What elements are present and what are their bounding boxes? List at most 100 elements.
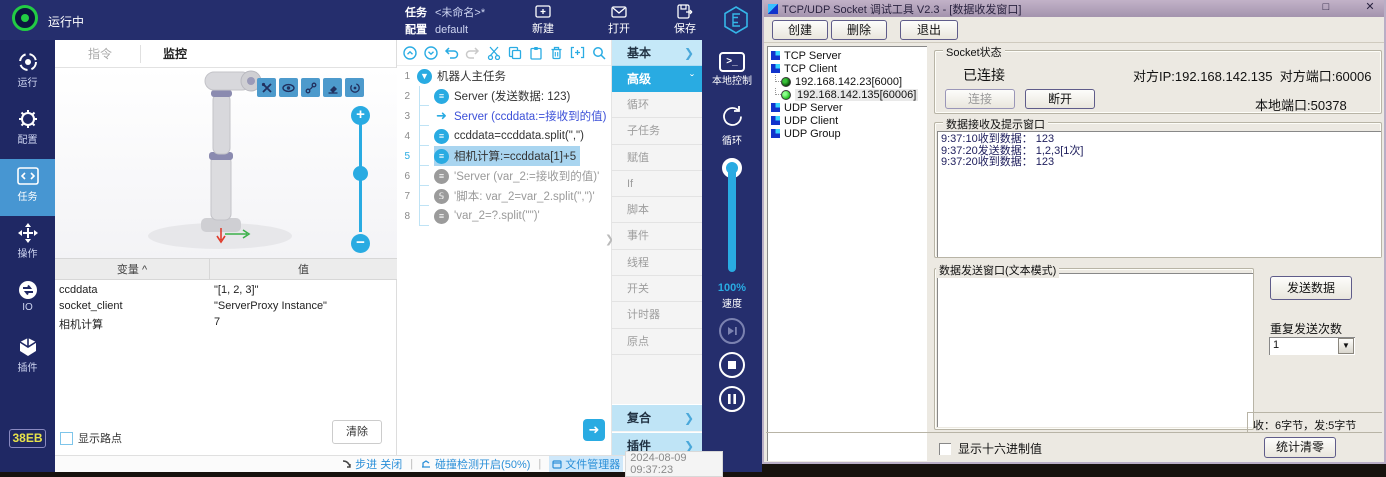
zoom-out-button[interactable]: − xyxy=(351,234,370,253)
pause-button[interactable] xyxy=(719,386,745,412)
receive-log[interactable]: 9:37:10收到数据： 123 9:37:20发送数据： 1,2,3[1次] … xyxy=(937,131,1381,257)
pause-icon xyxy=(727,394,737,404)
sidebar-item-operate[interactable]: 操作 xyxy=(0,216,55,273)
connect-button[interactable]: 连接 xyxy=(945,89,1015,109)
tree-row-selected[interactable]: 5 ≡ 相机计算:=ccddata[1]+5 xyxy=(397,146,611,166)
variable-name: socket_client xyxy=(55,300,210,316)
sidebar-item-io[interactable]: IO xyxy=(0,273,55,330)
collision-label: 碰撞检测开启(50%) xyxy=(435,456,530,472)
exit-button[interactable]: 退出 xyxy=(900,20,958,40)
tree-node-tcp-client[interactable]: TCP Client xyxy=(767,62,927,75)
zoom-in-button[interactable]: + xyxy=(351,106,370,125)
trace-button[interactable] xyxy=(301,78,320,97)
category-item-assign[interactable]: 赋值 xyxy=(612,145,702,171)
sidebar-item-task[interactable]: 任务 xyxy=(0,159,55,216)
tab-monitor[interactable]: 监控 xyxy=(145,40,205,68)
category-item-subtask[interactable]: 子任务 xyxy=(612,118,702,144)
tree-node-tcp-server[interactable]: TCP Server xyxy=(767,49,927,62)
maximize-button[interactable]: □ xyxy=(1318,1,1334,15)
erase-button[interactable] xyxy=(323,78,342,97)
hex-display-option[interactable]: 显示十六进制值 xyxy=(939,440,1042,457)
collision-status[interactable]: 碰撞检测开启(50%) xyxy=(421,456,530,472)
task-label: 任务 xyxy=(405,7,427,19)
tree-row-disabled[interactable]: 7 𝕊 '脚本: var_2=var_2.split(",")' xyxy=(397,186,611,206)
new-task-button[interactable]: 新建 xyxy=(520,3,566,37)
reset-stats-button[interactable]: 统计清零 xyxy=(1264,437,1336,458)
open-task-button[interactable]: 打开 xyxy=(596,3,642,37)
tree-row[interactable]: 4 ≡ ccddata=ccddata.split(",") xyxy=(397,126,611,146)
tree-node-connection-selected[interactable]: 192.168.142.135[60006] xyxy=(767,88,927,101)
save-task-button[interactable]: 保存 xyxy=(662,3,708,37)
repeat-count-combobox[interactable]: 1 ▼ xyxy=(1269,337,1355,355)
connection-led-icon xyxy=(781,90,791,100)
tree-node-udp-server[interactable]: UDP Server xyxy=(767,101,927,114)
copy-button[interactable] xyxy=(507,45,522,60)
sidebar-item-plugin[interactable]: 插件 xyxy=(0,330,55,387)
delete-button[interactable] xyxy=(549,45,564,60)
tree-row[interactable]: 2 ≡ Server (发送数据: 123) xyxy=(397,86,611,106)
insert-button[interactable] xyxy=(570,45,585,60)
tree-node-udp-group[interactable]: UDP Group xyxy=(767,127,927,140)
table-row[interactable]: ccddata "[1, 2, 3]" xyxy=(55,284,397,300)
category-basic[interactable]: 基本 ❯ xyxy=(612,40,702,66)
send-data-button[interactable]: 发送数据 xyxy=(1270,276,1352,300)
tree-row-executing[interactable]: 3 ➜ Server (ccddata:=接收到的值) xyxy=(397,106,611,126)
delete-button[interactable]: 删除 xyxy=(831,20,887,40)
expand-all-button[interactable] xyxy=(423,45,438,60)
title-bar[interactable]: TCP/UDP Socket 调试工具 V2.3 - [数据收发窗口] □ ✕ xyxy=(764,0,1384,17)
loop-mode-button[interactable]: 循环 xyxy=(702,103,762,147)
robot-3d-viewport[interactable]: + − xyxy=(55,68,397,258)
category-item-loop[interactable]: 循环 xyxy=(612,92,702,118)
collapse-all-button[interactable] xyxy=(402,45,417,60)
category-item-thread[interactable]: 线程 xyxy=(612,250,702,276)
table-row[interactable]: socket_client "ServerProxy Instance" xyxy=(55,300,397,316)
search-button[interactable] xyxy=(591,45,606,60)
combo-dropdown-arrow[interactable]: ▼ xyxy=(1338,338,1354,354)
category-item-script[interactable]: 脚本 xyxy=(612,197,702,223)
show-waypoints-checkbox[interactable] xyxy=(60,432,73,445)
hex-display-checkbox[interactable] xyxy=(939,443,951,455)
tree-row-disabled[interactable]: 6 ≡ 'Server (var_2:=接收到的值)' xyxy=(397,166,611,186)
sidebar-item-run[interactable]: 运行 xyxy=(0,45,55,102)
variables-header-value[interactable]: 值 xyxy=(210,259,397,279)
zoom-handle[interactable] xyxy=(353,166,368,181)
category-item-home[interactable]: 原点 xyxy=(612,329,702,355)
socket-node-icon xyxy=(771,64,780,73)
tree-node-udp-client[interactable]: UDP Client xyxy=(767,114,927,127)
redo-button[interactable] xyxy=(465,45,480,60)
category-advanced[interactable]: 高级 ˇ xyxy=(612,66,702,92)
show-waypoints-option[interactable]: 显示路点 xyxy=(60,430,122,446)
visibility-button[interactable] xyxy=(279,78,298,97)
rotate-view-icon xyxy=(349,82,361,94)
step-forward-button[interactable] xyxy=(719,318,745,344)
step-mode-status[interactable]: 步进 关闭 xyxy=(342,456,402,472)
undo-button[interactable] xyxy=(444,45,459,60)
create-button[interactable]: 创建 xyxy=(772,20,828,40)
category-item-event[interactable]: 事件 xyxy=(612,223,702,249)
send-input[interactable] xyxy=(937,273,1253,427)
tree-row-root[interactable]: 1 ▼ 机器人主任务 xyxy=(397,66,611,86)
category-item-timer[interactable]: 计时器 xyxy=(612,302,702,328)
reset-view-button[interactable] xyxy=(345,78,364,97)
variables-header-name[interactable]: 变量 ^ xyxy=(55,259,210,279)
stop-button[interactable] xyxy=(719,352,745,378)
close-button[interactable]: ✕ xyxy=(1362,1,1378,15)
sidebar-item-config[interactable]: 配置 xyxy=(0,102,55,159)
tree-node-connection[interactable]: 192.168.142.23[6000] xyxy=(767,75,927,88)
run-step-button[interactable]: ➜ xyxy=(583,419,605,441)
category-item-switch[interactable]: 开关 xyxy=(612,276,702,302)
tree-row-disabled[interactable]: 8 ≡ 'var_2=?.split("")' xyxy=(397,206,611,226)
tab-command[interactable]: 指令 xyxy=(70,40,130,68)
category-item-if[interactable]: If xyxy=(612,171,702,197)
speed-slider-track[interactable] xyxy=(728,168,736,272)
category-compound[interactable]: 复合 ❯ xyxy=(612,404,702,431)
local-control-button[interactable]: >_ 本地控制 xyxy=(702,52,762,87)
file-manager-button[interactable]: 文件管理器 xyxy=(549,456,623,472)
clear-button[interactable]: 清除 xyxy=(332,420,382,444)
collapse-node-icon[interactable]: ▼ xyxy=(417,69,432,84)
cut-button[interactable] xyxy=(486,45,501,60)
tools-button[interactable] xyxy=(257,78,276,97)
paste-button[interactable] xyxy=(528,45,543,60)
disconnect-button[interactable]: 断开 xyxy=(1025,89,1095,109)
table-row[interactable]: 相机计算 7 xyxy=(55,316,397,332)
